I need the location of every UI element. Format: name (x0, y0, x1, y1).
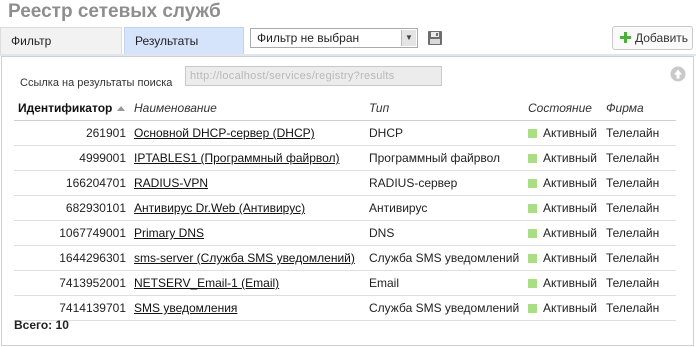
cell-id: 1067749001 (59, 226, 126, 240)
column-header-id[interactable]: Идентификатор (18, 96, 130, 120)
filter-select[interactable]: Фильтр не выбран ▼ (250, 28, 418, 48)
tab-results[interactable]: Результаты (124, 27, 244, 54)
cell-id: 166204701 (65, 176, 126, 190)
page-title: Реестр сетевых служб (8, 1, 221, 22)
add-button-label: Добавить (635, 31, 689, 45)
cell-firm: Телелайн (606, 276, 660, 290)
table-row: 261901 Основной DHCP-сервер (DHCP) DHCP … (14, 121, 676, 146)
status-active-icon (528, 204, 537, 213)
cell-state: Активный (528, 196, 597, 220)
cell-type: Программный файрвол (369, 151, 501, 165)
status-active-icon (528, 229, 537, 238)
cell-id: 7413952001 (59, 276, 126, 290)
service-name-link[interactable]: Основной DHCP-сервер (DHCP) (134, 126, 315, 140)
cell-state: Активный (528, 121, 597, 145)
floppy-disk-icon[interactable] (427, 30, 443, 46)
cell-firm: Телелайн (606, 176, 660, 190)
table-header: Идентификатор Наименование Тип Состояние… (14, 96, 676, 121)
cell-id: 7414139701 (59, 301, 126, 315)
cell-firm: Телелайн (606, 126, 660, 140)
cell-type: Антивирус (369, 201, 428, 215)
chevron-down-icon[interactable]: ▼ (401, 30, 416, 46)
column-header-state[interactable]: Состояние (528, 96, 592, 120)
column-header-firm[interactable]: Фирма (606, 96, 644, 120)
service-name-link[interactable]: RADIUS-VPN (134, 176, 208, 190)
cell-id: 682930101 (65, 201, 126, 215)
total-count: Всего: 10 (14, 318, 69, 332)
table-row: 7414139701 SMS уведомления Служба SMS ув… (14, 296, 676, 321)
cell-id: 1644296301 (59, 251, 126, 265)
status-active-icon (528, 179, 537, 188)
table-row: 166204701 RADIUS-VPN RADIUS-сервер Актив… (14, 171, 676, 196)
service-name-link[interactable]: NETSERV_Email-1 (Email) (134, 276, 279, 290)
service-name-link[interactable]: IPTABLES1 (Программный файрвол) (134, 151, 340, 165)
cell-state: Активный (528, 246, 597, 270)
cell-id: 4999001 (79, 151, 126, 165)
status-active-icon (528, 154, 537, 163)
column-header-name[interactable]: Наименование (134, 96, 217, 120)
results-table: Идентификатор Наименование Тип Состояние… (14, 96, 676, 321)
add-button[interactable]: Добавить (612, 26, 693, 50)
plus-icon (620, 32, 631, 43)
status-active-icon (528, 304, 537, 313)
total-count-value: 10 (55, 318, 69, 332)
cell-type: DHCP (369, 126, 404, 140)
cell-state: Активный (528, 221, 597, 245)
search-link-label: Ссылка на результаты поиска (20, 77, 173, 89)
cell-state: Активный (528, 146, 597, 170)
cell-type: Email (369, 276, 400, 290)
service-name-link[interactable]: Антивирус Dr.Web (Антивирус) (134, 201, 305, 215)
cell-id: 261901 (85, 126, 126, 140)
cell-type: RADIUS-сервер (369, 176, 458, 190)
search-link-field[interactable]: http://localhost/services/registry?resul… (185, 66, 442, 86)
filter-select-value: Фильтр не выбран (257, 31, 360, 45)
sort-ascending-icon (117, 106, 126, 111)
cell-state: Активный (528, 296, 597, 320)
cell-firm: Телелайн (606, 201, 660, 215)
tab-filter[interactable]: Фильтр (0, 27, 122, 54)
service-name-link[interactable]: SMS уведомления (134, 301, 237, 315)
table-row: 1644296301 sms-server (Служба SMS уведом… (14, 246, 676, 271)
cell-firm: Телелайн (606, 151, 660, 165)
table-row: 4999001 IPTABLES1 (Программный файрвол) … (14, 146, 676, 171)
status-active-icon (528, 279, 537, 288)
cell-type: Служба SMS уведомлений (369, 251, 520, 265)
service-name-link[interactable]: Primary DNS (134, 226, 204, 240)
cell-state: Активный (528, 271, 597, 295)
status-active-icon (528, 129, 537, 138)
cell-type: Служба SMS уведомлений (369, 301, 520, 315)
service-name-link[interactable]: sms-server (Служба SMS уведомлений) (134, 251, 355, 265)
cell-firm: Телелайн (606, 251, 660, 265)
cell-state: Активный (528, 171, 597, 195)
cell-type: DNS (369, 226, 395, 240)
table-row: 1067749001 Primary DNS DNS Активный Теле… (14, 221, 676, 246)
table-row: 682930101 Антивирус Dr.Web (Антивирус) А… (14, 196, 676, 221)
column-header-type[interactable]: Тип (369, 96, 389, 120)
arrow-up-icon[interactable] (670, 66, 686, 82)
cell-firm: Телелайн (606, 226, 660, 240)
cell-firm: Телелайн (606, 301, 660, 315)
table-row: 7413952001 NETSERV_Email-1 (Email) Email… (14, 271, 676, 296)
status-active-icon (528, 254, 537, 263)
